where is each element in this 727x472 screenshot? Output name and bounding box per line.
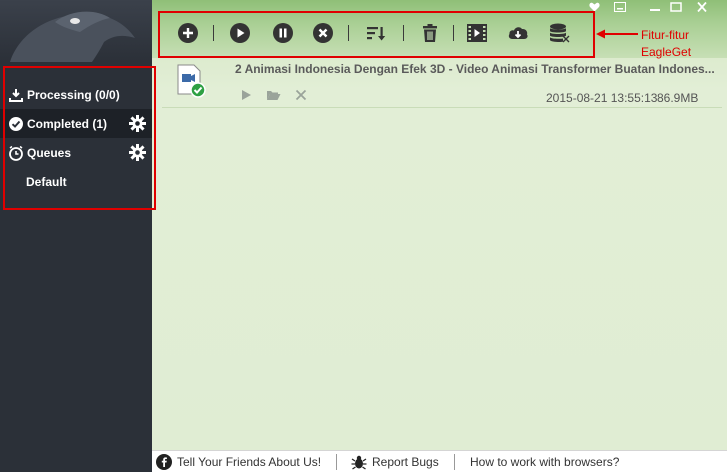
annotation-line: Fitur-fitur bbox=[641, 28, 689, 42]
video-file-icon bbox=[176, 64, 206, 98]
footer-separator bbox=[336, 454, 337, 470]
download-size: 86.9MB bbox=[657, 91, 699, 105]
facebook-icon bbox=[156, 454, 172, 470]
annotation-arrow-icon bbox=[596, 29, 638, 39]
eagleget-logo bbox=[0, 0, 152, 62]
annotation-label: Fitur-fitur EagleGet bbox=[641, 27, 691, 61]
bug-icon bbox=[351, 454, 367, 470]
browsers-help-link[interactable]: How to work with browsers? bbox=[470, 454, 619, 470]
annotation-line: EagleGet bbox=[641, 45, 692, 59]
share-label: Tell Your Friends About Us! bbox=[177, 455, 322, 469]
browsers-help-label: How to work with browsers? bbox=[470, 455, 620, 469]
footer-separator bbox=[454, 454, 455, 470]
settings-window-icon[interactable] bbox=[610, 0, 630, 14]
main-panel: 2 Animasi Indonesia Dengan Efek 3D - Vid… bbox=[152, 0, 727, 450]
download-title: 2 Animasi Indonesia Dengan Efek 3D - Vid… bbox=[235, 62, 715, 76]
remove-icon[interactable] bbox=[293, 87, 309, 103]
close-icon[interactable] bbox=[692, 0, 712, 14]
report-bugs-link[interactable]: Report Bugs bbox=[351, 454, 439, 470]
maximize-icon[interactable] bbox=[666, 0, 686, 14]
download-date: 2015-08-21 13:55:13 bbox=[546, 91, 658, 105]
minimize-icon[interactable] bbox=[645, 0, 665, 14]
toolbar-annotation-box bbox=[158, 11, 595, 58]
footer-bar: Tell Your Friends About Us! Report Bugs … bbox=[152, 450, 727, 472]
open-folder-icon[interactable] bbox=[265, 87, 281, 103]
list-item[interactable]: 2 Animasi Indonesia Dengan Efek 3D - Vid… bbox=[162, 58, 722, 108]
sidebar-annotation-box bbox=[3, 66, 156, 210]
report-bugs-label: Report Bugs bbox=[372, 455, 439, 469]
share-link[interactable]: Tell Your Friends About Us! bbox=[156, 454, 321, 470]
play-icon[interactable] bbox=[238, 87, 254, 103]
